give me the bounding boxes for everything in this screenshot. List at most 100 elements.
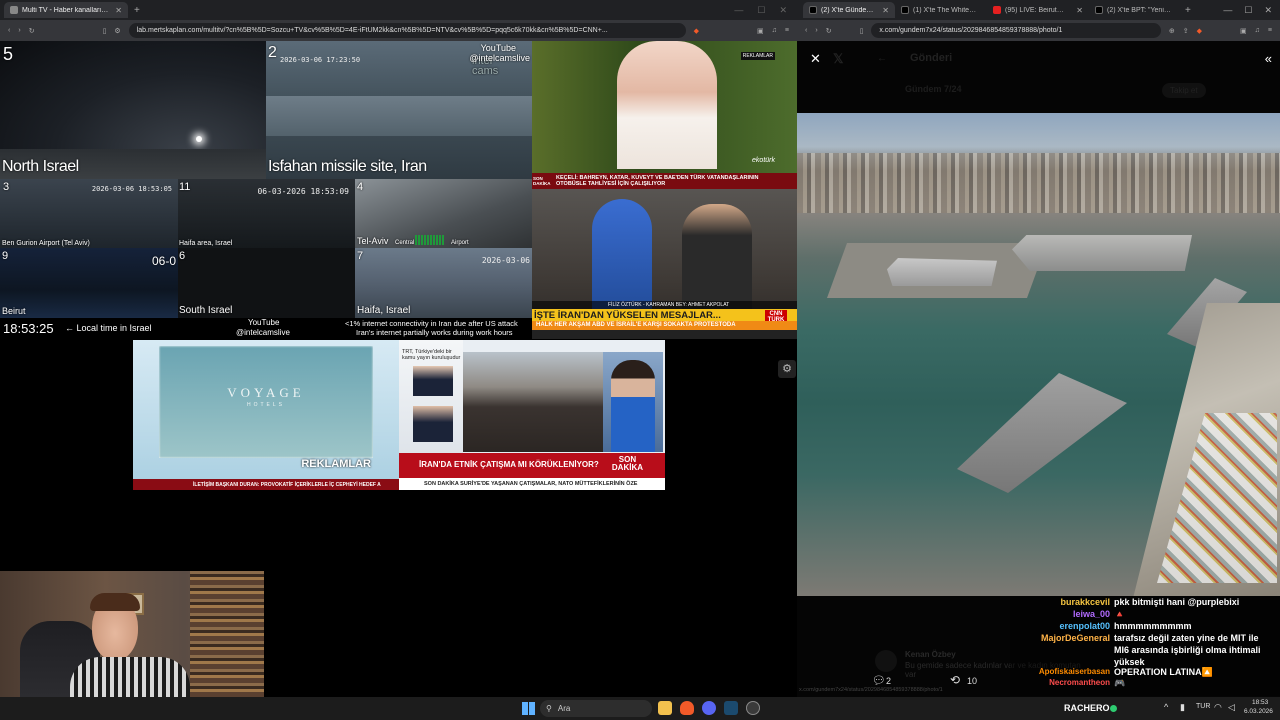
- media-icon[interactable]: ♫: [1255, 27, 1260, 34]
- cam-south-israel[interactable]: 6 South Israel: [178, 248, 355, 318]
- follow-button[interactable]: Takip et: [1162, 83, 1206, 98]
- minimize-button[interactable]: —: [734, 5, 743, 15]
- menu-icon[interactable]: ≡: [1268, 27, 1272, 34]
- language-indicator[interactable]: TUR: [1196, 703, 1210, 710]
- reply-author: Kenan Özbey: [905, 650, 956, 659]
- volume-icon[interactable]: ◁: [1228, 702, 1235, 713]
- tab-label: (2) X'te Gündem 7/24: ...: [821, 6, 878, 14]
- back-icon[interactable]: ‹: [8, 27, 10, 34]
- news-trt[interactable]: TRT, Türkiye'deki bir kamu yayın kuruluş…: [399, 340, 665, 490]
- new-tab-button[interactable]: +: [134, 5, 140, 16]
- wifi-icon[interactable]: ◠: [1214, 702, 1222, 713]
- bookmark-icon[interactable]: ▯: [103, 27, 107, 35]
- youtube-icon: [993, 6, 1001, 14]
- cam-number: 6: [179, 250, 186, 262]
- forward-icon[interactable]: ›: [18, 27, 20, 34]
- cam-timestamp: 2026-03-06: [481, 256, 530, 265]
- new-tab-button[interactable]: +: [1185, 5, 1191, 16]
- tab-white-house[interactable]: (1) X'te The White House: ...: [895, 2, 987, 18]
- brave-shield-icon[interactable]: ◆: [1197, 27, 1202, 35]
- chat-username: Necromantheon: [1049, 678, 1110, 687]
- chat-message: MajorDeGeneral tarafsız değil zaten yine…: [1010, 632, 1280, 668]
- tab-bpt[interactable]: (2) X'te BPT: "Yeni düzenle...: [1089, 2, 1181, 18]
- bookmark-icon[interactable]: ▯: [860, 27, 864, 35]
- close-icon[interactable]: ✕: [1076, 6, 1083, 15]
- cam-isfahan[interactable]: 2 2026-03-06 17:23:50 intel cams Isfahan…: [266, 41, 532, 179]
- cam-north-israel[interactable]: 5 North Israel: [0, 41, 266, 179]
- cam-ben-gurion[interactable]: 3 2026-03-06 18:53:05 Ben Gurion Airport…: [0, 179, 178, 248]
- reload-icon[interactable]: ↻: [826, 27, 832, 35]
- windows-start-icon[interactable]: [522, 702, 535, 715]
- share-icon[interactable]: ⇪: [1183, 27, 1189, 35]
- maximize-button[interactable]: ☐: [757, 5, 765, 16]
- tab-multitv[interactable]: Multi TV - Haber kanallarını aynı... ✕: [4, 2, 128, 18]
- cam-haifa-area[interactable]: 11 06-03-2026 18:53:09 Haifa area, Israe…: [178, 179, 355, 248]
- chat-message: leiwa_00 🔺: [1010, 608, 1280, 620]
- repost-icon[interactable]: ⟲: [950, 673, 960, 687]
- media-icon[interactable]: ♫: [772, 27, 777, 34]
- extensions-icon[interactable]: ▣: [1240, 27, 1247, 35]
- cam-number: 9: [2, 250, 9, 262]
- close-window-button[interactable]: ✕: [1264, 5, 1272, 16]
- steam-icon[interactable]: [724, 701, 738, 715]
- extensions-icon[interactable]: ▣: [757, 27, 764, 35]
- son-dakika-badge: SON DAKİKA: [611, 455, 643, 472]
- right-tab-bar: (2) X'te Gündem 7/24: ... ✕ (1) X'te The…: [797, 0, 1280, 20]
- close-icon[interactable]: ✕: [882, 6, 889, 15]
- reply-count: 2: [886, 676, 892, 686]
- close-window-button[interactable]: ✕: [779, 5, 787, 16]
- collapse-sidebar-button[interactable]: «: [1265, 51, 1272, 66]
- menu-icon[interactable]: ≡: [785, 27, 789, 34]
- clock-time[interactable]: 18:53: [1252, 699, 1268, 706]
- address-input[interactable]: lab.mertskaplan.com/multitv/?cn%5B%5D=So…: [128, 23, 686, 38]
- cam-number: 11: [179, 181, 191, 193]
- cam-label: Haifa area, Israel: [179, 240, 233, 247]
- minimize-button[interactable]: —: [1223, 5, 1232, 15]
- iran-internet-note: Iran's internet partially works during w…: [356, 328, 513, 337]
- x-logo-icon: [1095, 6, 1103, 14]
- obs-icon[interactable]: [746, 701, 760, 715]
- tab-gundem[interactable]: (2) X'te Gündem 7/24: ... ✕: [803, 2, 895, 18]
- reply-icon[interactable]: 💬︎: [872, 674, 886, 687]
- author-name: Gündem 7/24: [905, 84, 962, 94]
- tab-beirut-live[interactable]: (95) LIVE: Beirut skyline a... ✕: [987, 2, 1089, 18]
- cam-label: Ben Gurion Airport (Tel Aviv): [2, 240, 90, 247]
- close-media-button[interactable]: ✕: [810, 51, 821, 67]
- back-icon[interactable]: ‹: [805, 27, 807, 34]
- brave-icon[interactable]: [680, 701, 694, 715]
- address-text: lab.mertskaplan.com/multitv/?cn%5B%5D=So…: [136, 27, 608, 34]
- taskbar-search[interactable]: ⚲ Ara: [540, 700, 652, 717]
- forward-icon[interactable]: ›: [815, 27, 817, 34]
- site-info-icon[interactable]: ⚙: [114, 27, 120, 35]
- maximize-button[interactable]: ☐: [1244, 5, 1252, 16]
- brave-shield-icon[interactable]: ◆: [694, 27, 699, 35]
- post-photo[interactable]: [797, 113, 1280, 596]
- news-ekoturk[interactable]: REKLAMLAR ekotürk SON DAKİKA KEÇELİ: BAH…: [532, 41, 797, 189]
- network-icon[interactable]: ▮: [1180, 702, 1185, 713]
- search-icon: ⚲: [546, 704, 552, 713]
- zoom-icon[interactable]: ⊕: [1169, 27, 1175, 35]
- news-voyage-ad[interactable]: VOYAGE HOTELS REKLAMLAR İLETİŞİM BAŞKANI…: [133, 340, 399, 490]
- news-cnnturk[interactable]: FİLİZ ÖZTÜRK - KAHRAMAN BEY: AHMET AKPOL…: [532, 189, 797, 339]
- cam-beirut[interactable]: 9 06-0 Beirut: [0, 248, 178, 318]
- cam-haifa[interactable]: 7 2026-03-06 Haifa, Israel: [355, 248, 532, 318]
- chat-username: erenpolat00: [1059, 621, 1110, 631]
- close-icon[interactable]: ✕: [115, 6, 122, 15]
- discord-icon[interactable]: [702, 701, 716, 715]
- address-input[interactable]: x.com/gundem7x24/status/2029846854859378…: [871, 23, 1161, 38]
- streamer-webcam: [0, 571, 264, 697]
- address-text: x.com/gundem7x24/status/2029846854859378…: [879, 27, 1063, 34]
- tray-chevron-icon[interactable]: ^: [1164, 702, 1168, 712]
- reload-icon[interactable]: ↻: [29, 27, 35, 35]
- cam-label: Haifa, Israel: [357, 305, 411, 316]
- file-explorer-icon[interactable]: [658, 701, 672, 715]
- news-headline: İŞTE İRAN'DAN YÜKSELEN MESAJLAR...: [534, 310, 721, 321]
- settings-gear-button[interactable]: ⚙: [778, 360, 796, 378]
- clock-date[interactable]: 6.03.2026: [1244, 708, 1273, 715]
- cam-tel-aviv[interactable]: 4 Tel-Aviv Central Airport: [355, 179, 532, 248]
- youtube-label: YouTube: [248, 318, 280, 327]
- tab-label: Multi TV - Haber kanallarını aynı...: [22, 6, 111, 14]
- page-title: Gönderi: [910, 52, 953, 64]
- chat-text: hmmmmmmmmm: [1114, 621, 1192, 631]
- iran-internet-note: <1% internet connectivity in Iran due af…: [345, 319, 518, 328]
